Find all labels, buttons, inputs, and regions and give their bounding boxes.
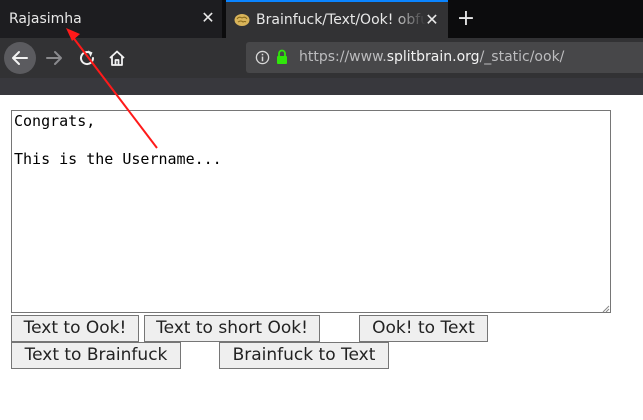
url-path: /_static/ook/ [479,49,565,65]
text-to-short-ook-button[interactable]: Text to short Ook! [144,315,320,342]
reload-icon [80,50,95,66]
home-icon [109,50,125,66]
url-text[interactable]: https://www.splitbrain.org/_static/ook/ [299,49,564,65]
url-bar[interactable]: https://www.splitbrain.org/_static/ook/ [246,42,643,73]
ook-to-text-button[interactable]: Ook! to Text [359,315,488,342]
forward-button[interactable] [38,42,70,74]
back-arrow-icon [12,51,28,65]
url-host: splitbrain.org [386,49,480,65]
toolbar-divider [0,78,643,95]
tab-title: Brainfuck/Text/Ook! obfuscator - deobfus… [256,12,426,28]
text-to-brainfuck-button[interactable]: Text to Brainfuck [11,342,181,369]
info-icon[interactable] [255,50,270,65]
url-scheme: https://www. [299,49,387,65]
lock-icon[interactable] [276,49,288,65]
back-button[interactable] [4,42,36,74]
plus-icon[interactable]: + [455,8,477,30]
tab-strip: Rajasimha ✕ Brainfuck/Text/Ook! obfuscat… [0,0,643,38]
text-to-ook-button[interactable]: Text to Ook! [11,315,139,342]
tab-ook-obfuscator[interactable]: Brainfuck/Text/Ook! obfuscator - deobfus… [226,0,448,38]
forward-arrow-icon [46,51,62,65]
close-icon[interactable]: ✕ [200,10,216,26]
tab-title: Rajasimha [9,11,82,27]
reload-button[interactable] [71,42,103,74]
brain-icon [234,14,250,26]
nav-bar: https://www.splitbrain.org/_static/ook/ [0,38,643,78]
brainfuck-to-text-button[interactable]: Brainfuck to Text [219,342,389,369]
text-input-area[interactable]: Congrats, This is the Username... [11,110,611,313]
home-button[interactable] [101,42,133,74]
tab-rajasimha[interactable]: Rajasimha ✕ [0,0,222,38]
close-icon[interactable]: ✕ [424,12,440,28]
